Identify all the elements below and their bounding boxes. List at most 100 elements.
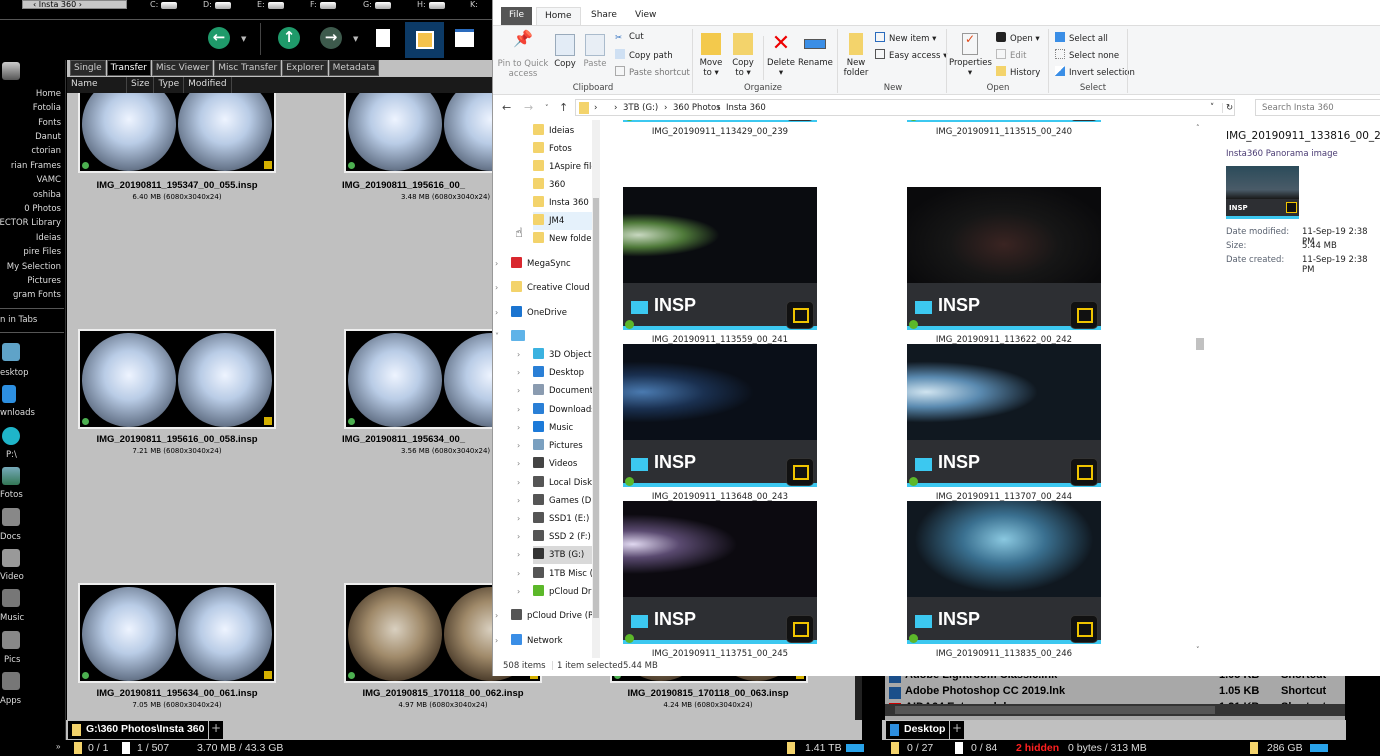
- chevron-right-icon[interactable]: ›: [517, 546, 520, 564]
- nav-item[interactable]: › Games (D:): [517, 492, 600, 510]
- chevron-right-icon[interactable]: ›: [517, 455, 520, 473]
- file-tile[interactable]: INSP: [907, 120, 1101, 122]
- sidebar-item[interactable]: gram Fonts: [13, 290, 61, 300]
- column-modified[interactable]: Modified: [184, 77, 232, 93]
- content-scrollbar-thumb[interactable]: [1196, 338, 1204, 350]
- tab-share[interactable]: Share: [583, 7, 625, 25]
- nav-item[interactable]: › Creative Cloud Fil: [495, 279, 600, 297]
- chevron-right-icon[interactable]: ›: [517, 510, 520, 528]
- nav-item[interactable]: › Pictures: [517, 437, 600, 455]
- thumbnails-view-icon[interactable]: [405, 22, 444, 58]
- nav-item[interactable]: New folder (2): [533, 230, 600, 248]
- sidebar-item[interactable]: Fotolia: [33, 103, 61, 113]
- chevron-right-icon[interactable]: ›: [495, 279, 498, 297]
- file-thumbnail[interactable]: [78, 329, 276, 429]
- tab-file[interactable]: File: [501, 7, 533, 25]
- history-button[interactable]: History: [996, 66, 1040, 78]
- nav-item[interactable]: › 3D Objects: [517, 346, 600, 364]
- shortcut-fotos[interactable]: Fotos: [0, 490, 23, 500]
- tab-metadata[interactable]: Metadata: [328, 60, 380, 76]
- chevron-right-icon[interactable]: ›: [517, 583, 520, 601]
- column-type[interactable]: Type: [154, 77, 185, 93]
- cut-button[interactable]: ✂ Cut: [615, 32, 644, 43]
- nav-item[interactable]: › OneDrive: [495, 304, 600, 322]
- chevron-right-icon[interactable]: ›: [517, 474, 520, 492]
- sidebar-item[interactable]: Fonts: [38, 118, 61, 128]
- address-dropdown[interactable]: ˅: [1210, 103, 1214, 113]
- paste-shortcut-button[interactable]: Paste shortcut: [615, 66, 690, 78]
- drive-g-button[interactable]: G:: [363, 0, 391, 9]
- breadcrumb-item[interactable]: 3TB (G:): [623, 103, 658, 113]
- file-tile[interactable]: INSP: [907, 344, 1101, 487]
- new-tab-button[interactable]: +: [209, 721, 223, 739]
- properties-button[interactable]: ✓ Properties ▾: [949, 33, 992, 78]
- up-button[interactable]: ↑: [559, 101, 568, 114]
- breadcrumb-item[interactable]: Insta 360: [726, 103, 766, 113]
- nav-item[interactable]: › Network: [495, 632, 600, 650]
- pin-to-quick-access-button[interactable]: 📌 Pin to Quick access: [497, 31, 549, 80]
- forward-button[interactable]: →: [524, 101, 533, 114]
- nav-item[interactable]: ›Local Disk (C:): [517, 474, 600, 492]
- chevron-down-icon[interactable]: ˅: [495, 328, 499, 346]
- nav-item[interactable]: › Videos: [517, 455, 600, 473]
- nav-item[interactable]: Insta 360: [533, 194, 600, 212]
- select-all-button[interactable]: Select all: [1055, 32, 1108, 44]
- forward-icon[interactable]: →: [320, 27, 342, 49]
- list-item[interactable]: Adobe Photoshop CC 2019.lnk 1.05 KB Shortc…: [889, 685, 1339, 701]
- nav-item[interactable]: › Desktop: [517, 364, 600, 382]
- nav-item[interactable]: 360: [533, 176, 600, 194]
- open-button[interactable]: Open ▾: [996, 32, 1040, 44]
- recent-locations-button[interactable]: ˅: [545, 104, 549, 112]
- new-folder-button[interactable]: New folder: [841, 33, 871, 78]
- chevron-right-icon[interactable]: ›: [517, 382, 520, 400]
- file-tile[interactable]: INSP: [623, 120, 817, 122]
- drive-e-button[interactable]: E:: [257, 0, 284, 9]
- nav-item[interactable]: › SSD 2 (F:): [517, 528, 600, 546]
- new-item-button[interactable]: New item ▾: [875, 32, 936, 44]
- sidebar-item[interactable]: 0 Photos: [24, 204, 61, 214]
- sidebar-item[interactable]: ECTOR Library: [0, 218, 61, 228]
- drive-k-button[interactable]: K:: [470, 0, 478, 9]
- address-bar[interactable]: › › 3TB (G:) › 360 Photos › Insta 360 ↻ …: [575, 99, 1235, 116]
- nav-item[interactable]: ˅: [495, 328, 600, 346]
- easy-access-button[interactable]: Easy access ▾: [875, 49, 947, 61]
- chevron-right-icon[interactable]: ›: [517, 346, 520, 364]
- sidebar-item[interactable]: Home: [36, 89, 61, 99]
- tab-transfer[interactable]: Transfer: [106, 60, 151, 76]
- drive-h-button[interactable]: H:: [417, 0, 445, 9]
- tab-misc-viewer[interactable]: Misc Viewer: [151, 60, 214, 76]
- nav-item[interactable]: JM4: [533, 212, 600, 230]
- chevron-right-icon[interactable]: ›: [517, 419, 520, 437]
- select-none-button[interactable]: Select none: [1055, 49, 1119, 61]
- chevron-right-icon[interactable]: ›: [495, 632, 498, 650]
- paste-button[interactable]: Paste: [581, 34, 609, 69]
- chevron-right-icon[interactable]: ›: [517, 565, 520, 583]
- search-input[interactable]: Search Insta 360: [1255, 99, 1380, 116]
- tab-single[interactable]: Single: [70, 60, 106, 76]
- tab-home[interactable]: Home: [536, 7, 581, 25]
- drive-c-button[interactable]: C:: [150, 0, 178, 9]
- drive-f-button[interactable]: F:: [310, 0, 336, 9]
- copy-path-button[interactable]: Copy path: [615, 49, 673, 61]
- nav-item[interactable]: › 1TB Misc (H:): [517, 565, 600, 583]
- sidebar-item[interactable]: Pictures: [27, 276, 61, 286]
- back-button[interactable]: ←: [502, 101, 511, 114]
- rename-button[interactable]: Rename: [798, 33, 833, 68]
- sidebar-item[interactable]: ctorian: [31, 146, 61, 156]
- copy-button[interactable]: Copy: [551, 34, 579, 69]
- file-tile[interactable]: INSP: [907, 501, 1101, 644]
- file-tile[interactable]: INSP: [623, 344, 817, 487]
- column-size[interactable]: Size: [127, 77, 155, 93]
- new-file-icon[interactable]: [376, 29, 390, 47]
- refresh-icon[interactable]: ↻: [1222, 103, 1233, 113]
- back-icon[interactable]: ←: [208, 27, 230, 49]
- nav-item[interactable]: ›pCloud Drive (P:: [517, 583, 600, 601]
- edit-button[interactable]: Edit: [996, 49, 1026, 61]
- sidebar-item[interactable]: My Selection: [7, 262, 61, 272]
- shortcut-apps[interactable]: Apps: [0, 696, 21, 706]
- nav-item[interactable]: › Downloads: [517, 401, 600, 419]
- chevron-right-icon[interactable]: ›: [495, 255, 498, 273]
- back-dropdown[interactable]: ▼: [241, 35, 246, 43]
- shortcut-music[interactable]: Music: [0, 613, 24, 623]
- folder-tab-desktop[interactable]: Desktop: [886, 721, 950, 739]
